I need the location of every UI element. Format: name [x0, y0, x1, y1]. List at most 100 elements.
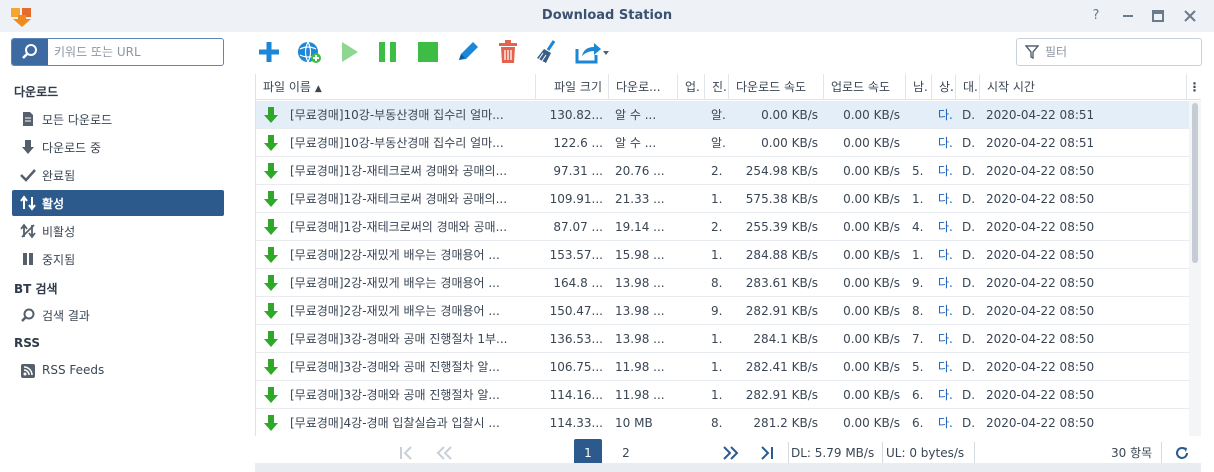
downloading-arrow-icon [264, 191, 278, 207]
first-page-icon[interactable] [398, 446, 414, 460]
column-header-status[interactable]: 상. [932, 74, 956, 100]
cell-status: 다. [938, 416, 953, 430]
resume-play-icon[interactable] [335, 39, 363, 65]
sort-ascending-icon: ▲ [314, 84, 322, 94]
cell-remaining: 7. [912, 332, 924, 346]
column-header-filesize[interactable]: 파일 크기 [536, 74, 609, 100]
cell-status: 다. [938, 220, 953, 234]
column-header-upload-speed[interactable]: 업로드 속도 [824, 74, 906, 100]
column-header-remaining[interactable]: 남. [906, 74, 932, 100]
sidebar-item-inactive[interactable]: 비활성 [12, 218, 224, 244]
pause-button-icon[interactable] [374, 39, 402, 65]
check-icon [20, 169, 36, 182]
cell-downloaded: 11.98 ... [615, 360, 665, 374]
table-row[interactable]: [무료경매]10강-부동산경매 집수리 얼마... 130.82... 알 수 ..… [256, 101, 1194, 129]
table-row[interactable]: [무료경매]4강-경매 입찰실습과 입찰시 ... 114.33... 10 MB 8… [256, 409, 1194, 436]
cell-uploaded [678, 409, 705, 436]
filter-input[interactable] [1045, 43, 1195, 61]
cell-filename: [무료경매]4강-경매 입찰실습과 입찰시 ... [290, 416, 500, 430]
search-button[interactable] [12, 39, 48, 65]
maximize-icon[interactable] [1150, 8, 1166, 24]
cell-downloaded: 21.33 ... [615, 192, 665, 206]
sidebar-item-rss-feeds[interactable]: RSS Feeds [12, 358, 224, 384]
sidebar-item-search-results[interactable]: 검색 결과 [12, 302, 224, 328]
column-header-downloaded[interactable]: 다운로... [609, 74, 678, 100]
table-row[interactable]: [무료경매]1강-재테크로써 경매와 공매의... 109.91... 21.33 … [256, 185, 1194, 213]
cell-status: 다. [938, 192, 953, 206]
cell-filesize: 106.75... [549, 360, 603, 374]
table-row[interactable]: [무료경매]10강-부동산경매 집수리 얼마... 122.6 ... 알 수 ..… [256, 129, 1194, 157]
column-header-progress[interactable]: 진. [705, 74, 729, 100]
sidebar-item-completed[interactable]: 완료됨 [12, 162, 224, 188]
cell-upload-speed: 0.00 KB/s [843, 248, 900, 262]
cell-remaining [906, 129, 932, 157]
cell-status: 다. [938, 276, 953, 290]
refresh-icon[interactable] [1175, 446, 1189, 460]
table-row[interactable]: [무료경매]1강-재테크로써의 경매와 공매... 87.07 ... 19.14 … [256, 213, 1194, 241]
cell-remaining: 5. [912, 360, 924, 374]
section-bt-search: BT 검색 [14, 282, 58, 296]
sidebar-item-all-downloads[interactable]: 모든 다운로드 [12, 106, 224, 132]
table-row[interactable]: [무료경매]2강-재밌게 배우는 경매용어 ... 150.47... 13.98 … [256, 297, 1194, 325]
help-icon[interactable]: ? [1088, 8, 1104, 24]
close-icon[interactable] [1182, 8, 1198, 24]
downloading-arrow-icon [264, 219, 278, 235]
vertical-scrollbar[interactable] [1189, 101, 1201, 436]
sidebar-item-stopped[interactable]: 중지됨 [12, 246, 224, 272]
add-icon[interactable] [255, 39, 283, 65]
cell-filesize: 97.31 ... [553, 164, 603, 178]
cell-downloaded: 19.14 ... [615, 220, 665, 234]
clear-broom-icon[interactable] [534, 39, 562, 65]
cell-start-time: 2020-04-22 08:50 [986, 192, 1095, 206]
cell-start-time: 2020-04-22 08:51 [986, 136, 1095, 150]
cell-destination: D. [962, 220, 976, 234]
rss-icon [21, 364, 35, 378]
search-input[interactable] [54, 43, 219, 61]
column-menu-icon[interactable]: ⋮ [1187, 74, 1201, 100]
cell-download-speed: 282.91 KB/s [745, 388, 818, 402]
cell-progress: 알. [711, 136, 726, 150]
previous-page-icon[interactable] [436, 446, 454, 460]
cell-filesize: 109.91... [549, 192, 603, 206]
toolbar [240, 32, 1214, 72]
filter-funnel-icon [1025, 45, 1039, 59]
stop-icon[interactable] [414, 39, 442, 65]
cell-upload-speed: 0.00 KB/s [843, 276, 900, 290]
cell-start-time: 2020-04-22 08:50 [986, 304, 1095, 318]
cell-downloaded: 13.98 ... [615, 304, 665, 318]
delete-trash-icon[interactable] [494, 39, 522, 65]
column-header-filename[interactable]: 파일 이름 ▲ [256, 74, 536, 100]
cell-upload-speed: 0.00 KB/s [843, 108, 900, 122]
column-header-download-speed[interactable]: 다운로드 속도 [729, 74, 824, 100]
cell-destination: D. [962, 276, 976, 290]
table-row[interactable]: [무료경매]3강-경매와 공매 진행절차 1부... 136.53... 13.98… [256, 325, 1194, 353]
cell-remaining: 8. [912, 304, 924, 318]
last-page-icon[interactable] [759, 446, 775, 460]
cell-upload-speed: 0.00 KB/s [843, 136, 900, 150]
edit-pencil-icon[interactable] [454, 39, 482, 65]
sidebar-item-active[interactable]: 활성 [12, 190, 224, 216]
scrollbar-thumb[interactable] [1192, 103, 1198, 263]
downloading-arrow-icon [264, 163, 278, 179]
cell-remaining: 6. [912, 388, 924, 402]
column-header-destination[interactable]: 대. [956, 74, 980, 100]
next-page-icon[interactable] [721, 446, 739, 460]
cell-filesize: 130.82... [549, 108, 603, 122]
minimize-icon[interactable] [1120, 8, 1136, 24]
column-header-uploaded[interactable]: 업. [678, 74, 705, 100]
filter-box [1016, 38, 1202, 66]
cell-upload-speed: 0.00 KB/s [843, 164, 900, 178]
column-header-start-time[interactable]: 시작 시간 [980, 74, 1187, 100]
table-row[interactable]: [무료경매]3강-경매와 공매 진행절차 알... 114.16... 11.98 … [256, 381, 1194, 409]
title-bar: Download Station ? [0, 0, 1214, 32]
cell-destination: D. [962, 332, 976, 346]
cell-uploaded [678, 185, 705, 213]
table-row[interactable]: [무료경매]1강-재테크로써 경매와 공매의... 97.31 ... 20.76 … [256, 157, 1194, 185]
share-menu-icon[interactable] [574, 39, 610, 65]
sidebar-item-downloading[interactable]: 다운로드 중 [12, 134, 224, 160]
table-row[interactable]: [무료경매]2강-재밌게 배우는 경매용어 ... 153.57... 15.98 … [256, 241, 1194, 269]
table-row[interactable]: [무료경매]2강-재밌게 배우는 경매용어 ... 164.8 ... 13.98 … [256, 269, 1194, 297]
horizontal-scrollbar[interactable] [255, 463, 1201, 472]
add-url-globe-icon[interactable] [295, 39, 323, 65]
table-row[interactable]: [무료경매]3강-경매와 공매 진행절차 알... 106.75... 11.98 … [256, 353, 1194, 381]
